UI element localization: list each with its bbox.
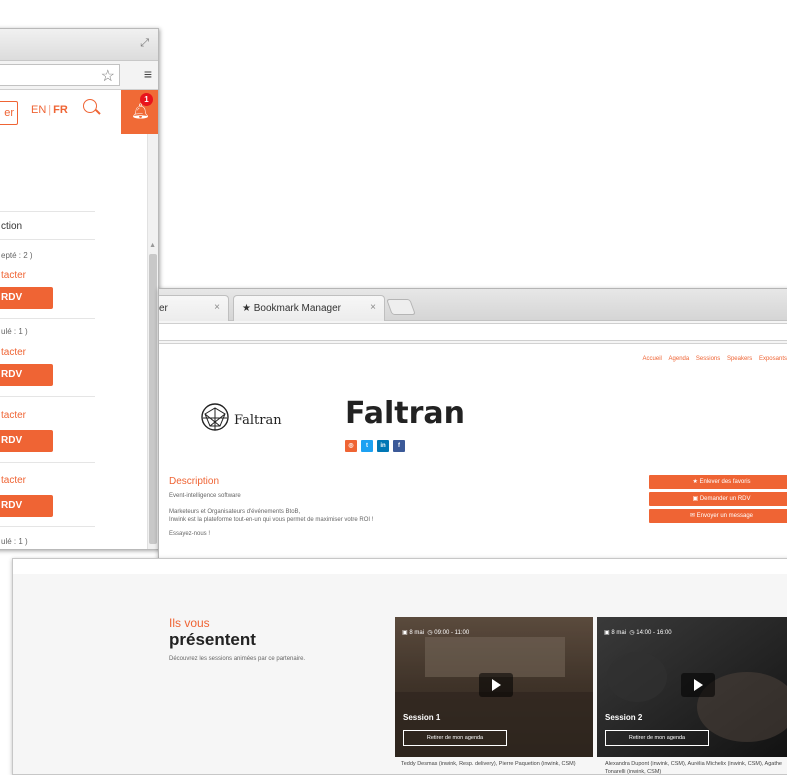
play-icon[interactable] <box>681 673 715 697</box>
lang-fr[interactable]: FR <box>53 104 68 116</box>
rdv-button[interactable]: RDV <box>0 430 53 452</box>
site-header: er EN | FR 🔔︎ 1 <box>0 90 158 134</box>
contact-link[interactable]: tacter <box>1 475 26 486</box>
tab-label: ★ Bookmark Manager <box>242 303 342 314</box>
scrollbar[interactable]: ▲ <box>147 134 158 549</box>
contacts-panel: ction epté : 2 ) tacter RDV ulé : 1 ) ta… <box>0 134 145 549</box>
nav-exposants[interactable]: Exposants <box>759 356 787 362</box>
notifications-button[interactable]: 🔔︎ 1 <box>121 90 158 134</box>
section-heading: ction <box>1 221 23 232</box>
remove-favorite-button[interactable]: ★ Enlever des favoris <box>649 475 787 489</box>
rdv-button[interactable]: RDV <box>0 495 53 517</box>
close-tab-icon[interactable]: × <box>214 302 220 313</box>
scroll-up-icon[interactable]: ▲ <box>149 242 156 249</box>
description-line: Inwink est la plateforme tout-en-un qui … <box>169 517 374 523</box>
menu-icon[interactable]: ≡ <box>144 66 152 82</box>
session-speakers: Teddy Desmas (inwink, Resp. delivery), P… <box>401 761 576 767</box>
window-titlebar: ⤢ <box>0 29 158 61</box>
search-icon[interactable] <box>83 99 97 113</box>
entry-status: ulé : 1 ) <box>1 537 28 546</box>
section-subtitle: Découvrez les sessions animées par ce pa… <box>169 656 306 662</box>
contact-link[interactable]: tacter <box>1 347 26 358</box>
play-icon[interactable] <box>479 673 513 697</box>
address-bar-row: ☆ ≡ <box>0 61 158 90</box>
remove-from-agenda-button[interactable]: Retirer de mon agenda <box>605 730 709 746</box>
session-title: Session 1 <box>403 713 441 722</box>
description-title: Description <box>169 476 220 487</box>
request-rdv-button[interactable]: ▣ Demander un RDV <box>649 492 787 506</box>
sessions-window: Ils vous présentent Découvrez les sessio… <box>12 558 787 775</box>
divider <box>0 211 95 212</box>
divider <box>0 318 95 319</box>
session-card[interactable]: ▣ 8 mai ◷ 09:00 - 11:00 Session 1 Retire… <box>395 617 593 757</box>
scrollbar-thumb[interactable] <box>149 254 157 544</box>
tab-bookmark-manager[interactable]: ★ Bookmark Manager × <box>233 295 385 321</box>
website-icon[interactable]: ◎ <box>345 440 357 452</box>
close-tab-icon[interactable]: × <box>370 302 376 313</box>
sessions-section: Ils vous présentent Découvrez les sessio… <box>13 574 787 774</box>
twitter-icon[interactable]: t <box>361 440 373 452</box>
rdv-button[interactable]: RDV <box>0 364 53 386</box>
nav-accueil[interactable]: Accueil <box>643 356 662 362</box>
entry-status: ulé : 1 ) <box>1 327 28 336</box>
divider <box>0 396 95 397</box>
nav-sessions[interactable]: Sessions <box>696 356 720 362</box>
contact-link[interactable]: tacter <box>1 270 26 281</box>
entry-status: epté : 2 ) <box>1 251 33 260</box>
contact-link[interactable]: tacter <box>1 410 26 421</box>
top-navigation: Accueil Agenda Sessions Speakers Exposan… <box>638 356 787 362</box>
new-tab-button[interactable] <box>386 299 416 315</box>
mobile-browser-window: ⤢ ☆ ≡ er EN | FR 🔔︎ 1 ▲ ction epté : 2 ) t… <box>0 28 159 550</box>
partner-page: Accueil Agenda Sessions Speakers Exposan… <box>159 344 787 559</box>
language-switch[interactable]: EN | FR <box>31 104 68 116</box>
address-bar[interactable] <box>159 323 787 341</box>
session-title: Session 2 <box>605 713 643 722</box>
facebook-icon[interactable]: f <box>393 440 405 452</box>
tab-partner[interactable]: ser × <box>159 295 229 321</box>
desktop-browser-window: ser × ★ Bookmark Manager × Accueil Agend… <box>158 288 787 560</box>
logo-wordmark: Faltran <box>234 413 282 428</box>
divider <box>0 239 95 240</box>
register-button[interactable]: er <box>0 101 18 125</box>
lang-en[interactable]: EN <box>31 104 46 116</box>
linkedin-icon[interactable]: in <box>377 440 389 452</box>
divider <box>0 462 95 463</box>
section-title: présentent <box>169 630 256 649</box>
company-logo: Faltran <box>200 402 290 436</box>
session-datetime: ▣ 8 mai ◷ 09:00 - 11:00 <box>402 630 470 636</box>
tab-label: ser <box>159 303 168 314</box>
remove-from-agenda-button[interactable]: Retirer de mon agenda <box>403 730 507 746</box>
notification-badge: 1 <box>140 93 153 106</box>
send-message-button[interactable]: ✉ Envoyer un message <box>649 509 787 523</box>
address-bar[interactable]: ☆ <box>0 64 120 86</box>
company-name: Faltran <box>345 396 465 431</box>
description-line: Marketeurs et Organisateurs d'événements… <box>169 509 301 515</box>
session-datetime: ▣ 8 mai ◷ 14:00 - 16:00 <box>604 630 672 636</box>
session-card[interactable]: ▣ 8 mai ◷ 14:00 - 16:00 Session 2 Retire… <box>597 617 787 757</box>
resize-icon[interactable]: ⤢ <box>140 37 149 50</box>
address-bar-row <box>159 321 787 344</box>
description-line: Essayez-nous ! <box>169 531 211 537</box>
description-line: Event-intelligence software <box>169 493 241 499</box>
logo-mark-icon <box>201 403 229 431</box>
rdv-button[interactable]: RDV <box>0 287 53 309</box>
divider <box>0 526 95 527</box>
section-kicker: Ils vous <box>169 616 210 630</box>
nav-agenda[interactable]: Agenda <box>669 356 690 362</box>
bookmark-star-icon[interactable]: ☆ <box>101 66 115 86</box>
nav-speakers[interactable]: Speakers <box>727 356 752 362</box>
tab-bar: ser × ★ Bookmark Manager × <box>159 289 787 321</box>
